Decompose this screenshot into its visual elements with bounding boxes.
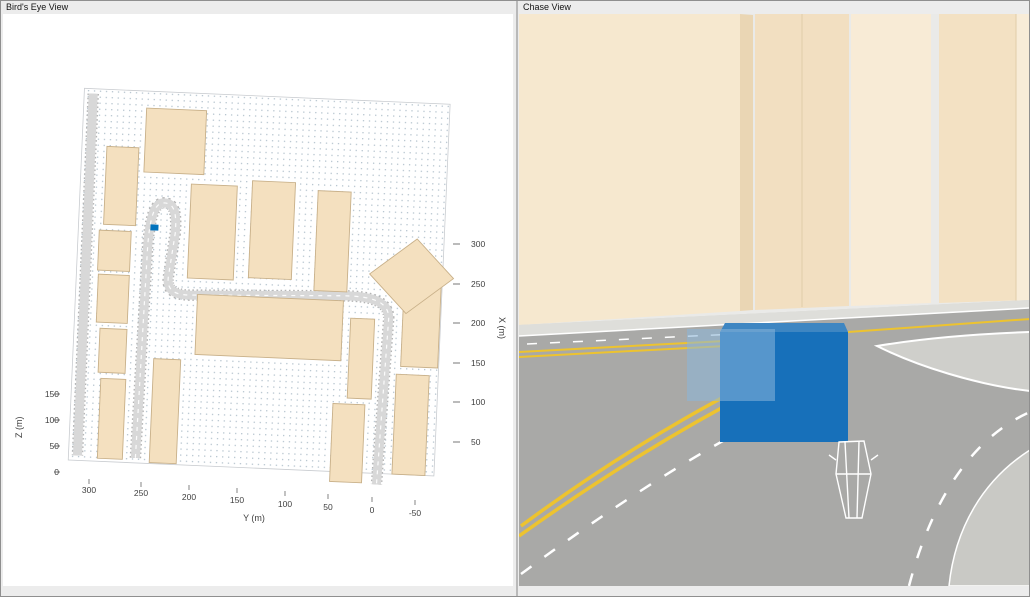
building: [329, 402, 366, 484]
building: [194, 293, 344, 362]
building: [346, 317, 376, 400]
z-axis-tick: 100: [44, 415, 59, 425]
y-axis-label: Y (m): [243, 513, 265, 523]
building-wall: [519, 14, 740, 325]
z-axis-label: Z (m): [14, 416, 24, 439]
x-axis-tick: 50: [471, 437, 481, 447]
scene-3d: [67, 87, 455, 485]
z-axis-tick: 50: [49, 441, 59, 451]
building-wall: [1016, 14, 1029, 301]
building: [186, 183, 238, 281]
building: [103, 145, 140, 227]
building: [95, 273, 130, 324]
birds-eye-panel: Bird's Eye View 300 250 200 150 100 50 0…: [1, 1, 516, 596]
chase-title: Chase View: [523, 2, 571, 12]
chase-view-canvas[interactable]: [519, 14, 1030, 586]
x-axis-tick: 100: [471, 397, 486, 407]
building: [97, 327, 128, 374]
y-axis-tick: 150: [229, 495, 245, 505]
x-axis-tick: 200: [471, 318, 486, 328]
y-axis-tick: 200: [181, 492, 197, 502]
y-axis-tick: 100: [277, 499, 293, 509]
building: [96, 377, 127, 460]
birds-eye-title: Bird's Eye View: [6, 2, 69, 12]
buildings-row: [519, 14, 1029, 325]
building-wall: [851, 14, 931, 306]
building: [391, 373, 430, 477]
y-axis-tick: -50: [408, 508, 422, 518]
x-axis-tick: 300: [471, 239, 486, 249]
building: [247, 180, 297, 281]
x-axis-label: X (m): [497, 317, 507, 339]
ego-vehicle-ghost: [687, 329, 775, 401]
y-axis-tick: 50: [323, 502, 333, 512]
birds-eye-view-canvas[interactable]: [1, 1, 516, 597]
y-axis-tick: 0: [369, 505, 375, 515]
y-axis-tick: 300: [81, 485, 97, 495]
building: [143, 107, 208, 176]
building: [97, 229, 132, 272]
z-axis-tick: 150: [44, 389, 59, 399]
building-wall: [740, 14, 753, 311]
x-axis-tick: 150: [471, 358, 486, 368]
building: [313, 190, 352, 293]
y-axis-tick: 250: [133, 488, 149, 498]
z-axis-tick: 0: [54, 467, 59, 477]
building: [148, 358, 182, 465]
ego-vehicle-marker: [150, 224, 159, 231]
chase-panel: Chase View: [518, 1, 1030, 596]
figure-window: Bird's Eye View 300 250 200 150 100 50 0…: [0, 0, 1030, 597]
x-axis-tick: 250: [471, 279, 486, 289]
